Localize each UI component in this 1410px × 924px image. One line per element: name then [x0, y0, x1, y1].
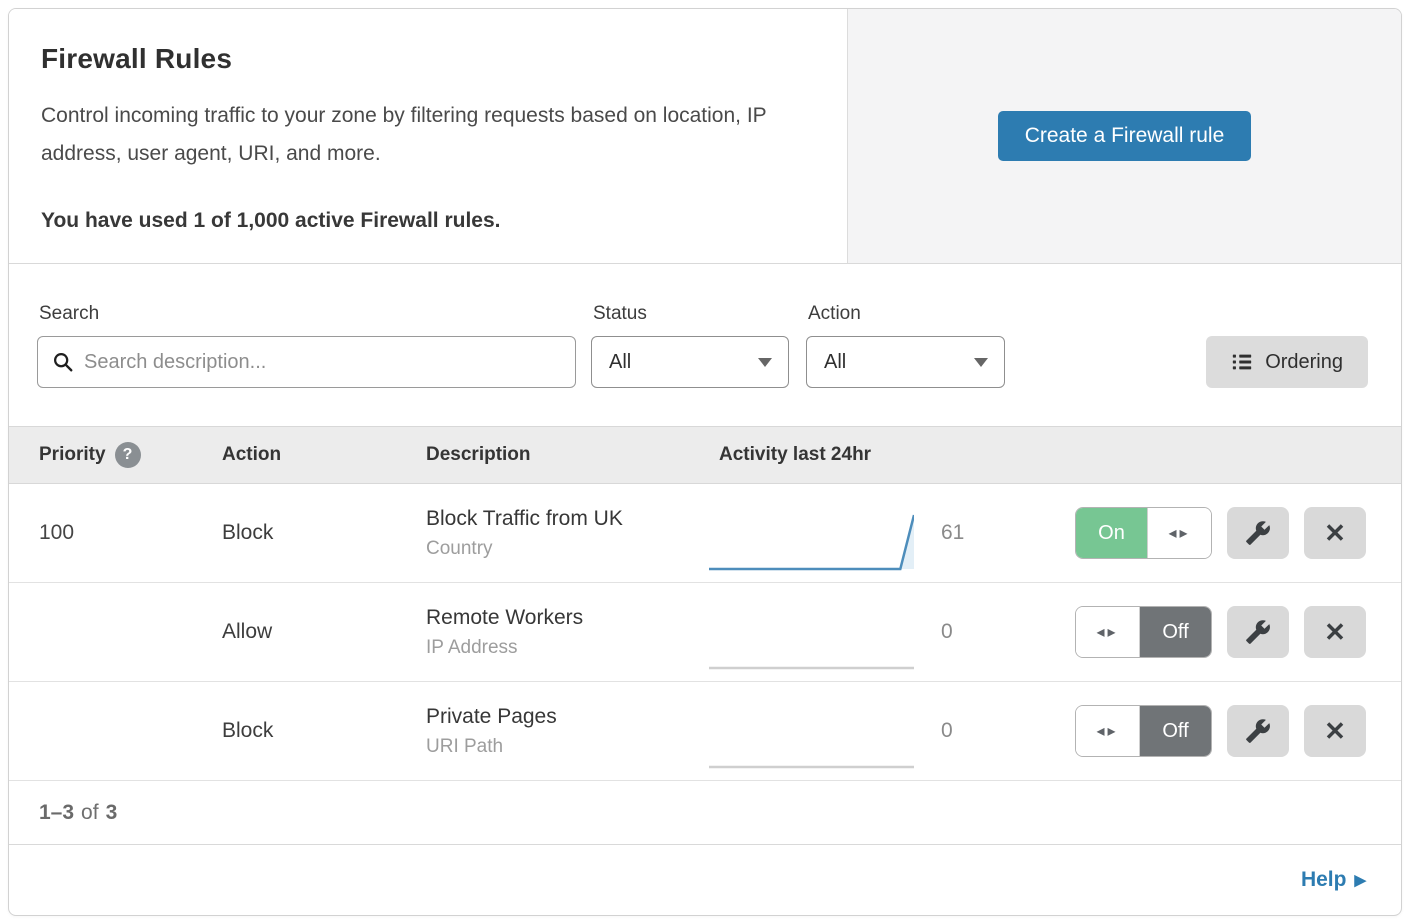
action-field-group: Action All	[806, 303, 1005, 388]
status-label: Status	[591, 303, 789, 325]
table-header: Priority ? Action Description Activity l…	[9, 426, 1401, 484]
pagination-range: 1–3	[39, 801, 74, 825]
row-controls: Off ◂▸ ✕	[1064, 705, 1366, 757]
ordering-button[interactable]: Ordering	[1206, 336, 1368, 388]
search-icon	[52, 351, 84, 373]
usage-summary: You have used 1 of 1,000 active Firewall…	[41, 209, 807, 233]
row-controls: Off ◂▸ ✕	[1064, 606, 1366, 658]
question-mark-icon[interactable]: ?	[115, 442, 141, 468]
close-icon: ✕	[1324, 617, 1346, 648]
wrench-icon	[1245, 718, 1271, 744]
page-title: Firewall Rules	[41, 43, 807, 75]
search-label: Search	[37, 303, 576, 325]
activity-sparkline	[709, 495, 924, 571]
toggle-state-label: On	[1076, 508, 1147, 558]
rule-name: Block Traffic from UK	[426, 507, 709, 531]
column-header-priority: Priority ?	[39, 442, 222, 468]
rule-description: Private Pages URI Path	[426, 705, 709, 758]
column-header-activity: Activity last 24hr	[709, 444, 924, 466]
close-icon: ✕	[1324, 518, 1346, 549]
ordered-list-icon	[1231, 351, 1253, 373]
status-selected-value: All	[609, 351, 631, 374]
table-row: Allow Remote Workers IP Address 0 Off ◂▸	[9, 583, 1401, 682]
pagination-of: of	[81, 801, 99, 825]
delete-rule-button[interactable]: ✕	[1304, 606, 1366, 658]
pagination-total: 3	[106, 801, 118, 825]
help-link-label: Help	[1301, 868, 1347, 892]
action-selected-value: All	[824, 351, 846, 374]
close-icon: ✕	[1324, 716, 1346, 747]
rule-description: Remote Workers IP Address	[426, 606, 709, 659]
arrow-right-icon: ▶	[1354, 871, 1366, 889]
search-input[interactable]	[84, 351, 561, 374]
rule-enabled-toggle[interactable]: On ◂▸	[1075, 507, 1212, 559]
activity-sparkline	[709, 693, 924, 769]
activity-sparkline	[709, 594, 924, 670]
firewall-rules-card: Firewall Rules Control incoming traffic …	[8, 8, 1402, 916]
rule-match-type: URI Path	[426, 736, 709, 758]
rule-name: Remote Workers	[426, 606, 709, 630]
search-box	[37, 336, 576, 388]
rule-match-type: Country	[426, 538, 709, 560]
edit-rule-button[interactable]	[1227, 606, 1289, 658]
help-link[interactable]: Help ▶	[1301, 868, 1366, 892]
drag-handle-icon[interactable]: ◂▸	[1076, 607, 1140, 657]
drag-handle-icon[interactable]: ◂▸	[1076, 706, 1140, 756]
rule-match-type: IP Address	[426, 637, 709, 659]
activity-count: 0	[924, 719, 1064, 743]
toggle-state-label: Off	[1140, 706, 1211, 756]
column-header-description: Description	[426, 444, 709, 466]
toggle-state-label: Off	[1140, 607, 1211, 657]
action-value: Block	[222, 719, 426, 743]
delete-rule-button[interactable]: ✕	[1304, 705, 1366, 757]
pagination-bar: 1–3 of 3	[9, 781, 1401, 844]
status-field-group: Status All	[591, 303, 789, 388]
table-row: 100 Block Block Traffic from UK Country …	[9, 484, 1401, 583]
action-label: Action	[806, 303, 1005, 325]
search-field-group: Search	[37, 303, 576, 388]
delete-rule-button[interactable]: ✕	[1304, 507, 1366, 559]
priority-value: 100	[39, 521, 222, 545]
filter-bar: Search Status All Action All	[9, 264, 1401, 426]
action-value: Block	[222, 521, 426, 545]
wrench-icon	[1245, 619, 1271, 645]
intro-panel: Firewall Rules Control incoming traffic …	[9, 9, 847, 263]
rule-enabled-toggle[interactable]: Off ◂▸	[1075, 606, 1212, 658]
table-row: Block Private Pages URI Path 0 Off ◂▸	[9, 682, 1401, 781]
help-bar: Help ▶	[9, 844, 1401, 915]
drag-handle-icon[interactable]: ◂▸	[1147, 508, 1211, 558]
edit-rule-button[interactable]	[1227, 507, 1289, 559]
column-header-action: Action	[222, 444, 426, 466]
create-firewall-rule-button[interactable]: Create a Firewall rule	[998, 111, 1252, 161]
rule-name: Private Pages	[426, 705, 709, 729]
chevron-down-icon	[974, 358, 988, 367]
rule-enabled-toggle[interactable]: Off ◂▸	[1075, 705, 1212, 757]
cta-panel: Create a Firewall rule	[847, 9, 1401, 263]
activity-count: 0	[924, 620, 1064, 644]
activity-count: 61	[924, 521, 1064, 545]
ordering-button-label: Ordering	[1265, 351, 1343, 374]
page-description: Control incoming traffic to your zone by…	[41, 97, 807, 173]
action-select[interactable]: All	[806, 336, 1005, 388]
rule-description: Block Traffic from UK Country	[426, 507, 709, 560]
wrench-icon	[1245, 520, 1271, 546]
chevron-down-icon	[758, 358, 772, 367]
action-value: Allow	[222, 620, 426, 644]
page-header: Firewall Rules Control incoming traffic …	[9, 9, 1401, 264]
status-select[interactable]: All	[591, 336, 789, 388]
row-controls: On ◂▸ ✕	[1064, 507, 1366, 559]
edit-rule-button[interactable]	[1227, 705, 1289, 757]
